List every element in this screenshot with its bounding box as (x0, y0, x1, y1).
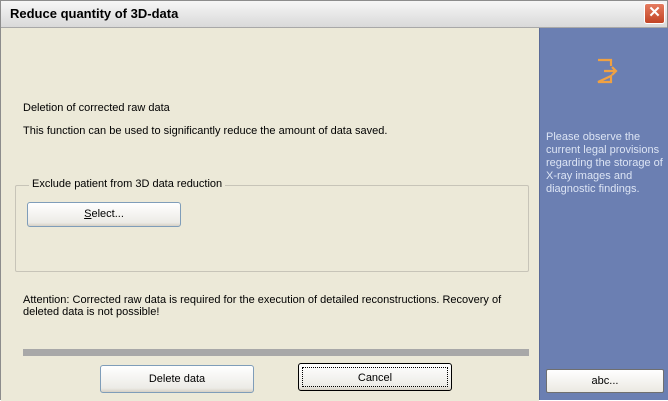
main-panel: Deletion of corrected raw data This func… (1, 28, 539, 401)
title-bar[interactable]: Reduce quantity of 3D-data ✕ (1, 1, 667, 28)
separator-bar (23, 349, 529, 356)
select-button[interactable]: Select... (27, 202, 181, 227)
delete-data-button[interactable]: Delete data (100, 365, 254, 393)
description-text: This function can be used to significant… (23, 125, 388, 137)
dialog-window: Reduce quantity of 3D-data ✕ Deletion of… (0, 0, 668, 401)
delete-data-label: Delete data (148, 373, 206, 385)
select-label: elect... (91, 208, 124, 220)
abc-button[interactable]: abc... (546, 369, 664, 393)
side-panel: Please observe the current legal provisi… (539, 28, 668, 400)
abc-label: abc... (591, 375, 619, 387)
exclude-patient-group: Exclude patient from 3D data reduction (15, 178, 529, 272)
close-button[interactable]: ✕ (644, 3, 665, 24)
close-icon: ✕ (648, 4, 661, 21)
cancel-button[interactable]: Cancel (298, 363, 452, 391)
cancel-label: Cancel (357, 372, 393, 384)
section-heading: Deletion of corrected raw data (23, 102, 170, 114)
attention-text: Attention: Corrected raw data is require… (23, 294, 502, 318)
dialog-title: Reduce quantity of 3D-data (10, 6, 179, 21)
legal-notice: Please observe the current legal provisi… (546, 131, 663, 195)
exit-door-icon (597, 58, 618, 84)
group-label: Exclude patient from 3D data reduction (29, 178, 226, 190)
cancel-focus-rect: Cancel (302, 367, 448, 387)
